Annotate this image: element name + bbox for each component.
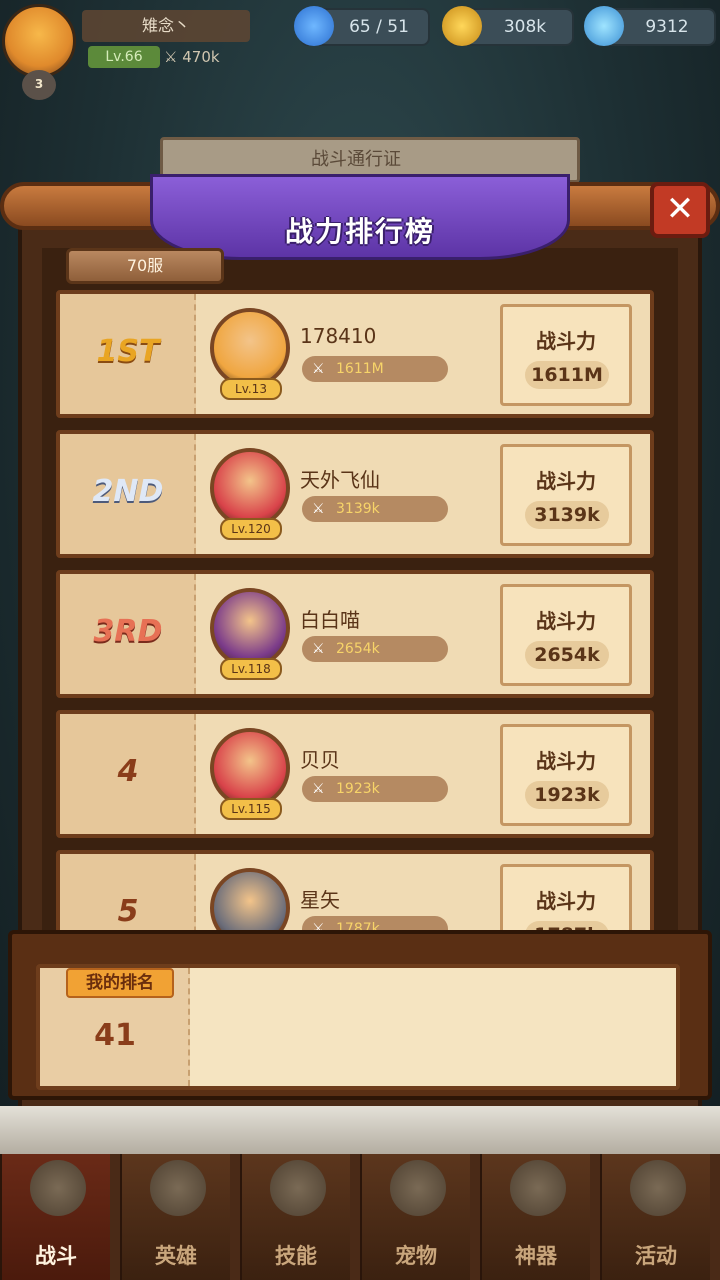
nav-label: 活动 [635,1244,677,1268]
power-card-title: 战斗力 [536,749,596,773]
gem-counter[interactable]: 9312 [584,6,716,46]
rank-zone: 5 [60,854,196,930]
rank-label: 2ND [92,474,164,509]
vip-badge: 3 [22,70,56,100]
ranking-row[interactable]: 2ND Lv.120 天外飞仙 ⚔ 3139k 战斗力 3139k [56,430,654,558]
power-card-value: 1923k [525,781,609,809]
close-button[interactable]: ✕ [650,182,710,238]
sword-icon: ⚔ [312,501,325,517]
coin-icon [442,6,482,46]
player-avatar[interactable] [210,868,290,930]
my-rank-zone: 我的排名 41 [40,968,190,1086]
nav-label: 神器 [515,1244,557,1268]
ranking-row[interactable]: 3RD Lv.118 白白喵 ⚔ 2654k 战斗力 2654k [56,570,654,698]
sword-icon: ⚔ [312,921,325,930]
ranking-row[interactable]: 1ST Lv.13 178410 ⚔ 1611M 战斗力 1611M [56,290,654,418]
rank-zone: 1ST [60,294,196,414]
ranking-row[interactable]: 4 Lv.115 贝贝 ⚔ 1923k 战斗力 1923k [56,710,654,838]
rank-zone: 3RD [60,574,196,694]
player-level: Lv.66 [88,46,160,68]
ground-strip [0,1106,720,1154]
nav-label: 技能 [275,1244,317,1268]
sword-icon: ⚔ [312,361,325,377]
nav-item[interactable]: 战斗 [0,1154,110,1280]
my-rank-number: 41 [94,1018,136,1053]
power-pill: ⚔ 3139k [302,496,448,522]
player-name: 星矢 [300,888,340,912]
power-card-title: 战斗力 [536,609,596,633]
power-card-value: 2654k [525,641,609,669]
player-avatar[interactable] [2,4,76,78]
nav-item[interactable]: 活动 [600,1154,710,1280]
player-name: 178410 [300,324,377,348]
nav-item[interactable]: 技能 [240,1154,350,1280]
player-name: 雉念丶 [82,10,250,42]
ranking-list[interactable]: 1ST Lv.13 178410 ⚔ 1611M 战斗力 1611M 2ND L… [56,290,654,930]
sword-icon: ⚔ [312,781,325,797]
my-rank-tag: 我的排名 [66,968,174,998]
stamina-counter[interactable]: 65 / 51 [294,6,430,46]
player-avatar[interactable] [210,728,290,808]
sword-icon: ⚔ [312,641,325,657]
power-pill: ⚔ 1611M [302,356,448,382]
rank-zone: 4 [60,714,196,834]
power-card: 战斗力 1923k [500,724,632,826]
gem-icon [584,6,624,46]
ranking-row[interactable]: 5 星矢 ⚔ 1787k 战斗力 1787k [56,850,654,930]
event-icon [630,1160,686,1216]
nav-item[interactable]: 宠物 [360,1154,470,1280]
player-info[interactable]: 3 雉念丶 Lv.66 ⚔ 470k [0,0,270,100]
power-card-title: 战斗力 [536,889,596,913]
level-badge: Lv.13 [220,378,282,400]
nav-item[interactable]: 神器 [480,1154,590,1280]
rank-label: 5 [117,894,139,929]
server-tag[interactable]: 70服 [66,248,224,284]
power-card-value: 1787k [525,921,609,930]
bottom-nav: 战斗 英雄 技能 宠物 神器 活动 [0,1154,720,1280]
power-card: 战斗力 2654k [500,584,632,686]
player-name: 天外飞仙 [300,468,380,492]
player-avatar[interactable] [210,308,290,388]
power-pill: ⚔ 2654k [302,636,448,662]
nav-label: 宠物 [395,1244,437,1268]
level-badge: Lv.115 [220,798,282,820]
power-card: 战斗力 1787k [500,864,632,930]
spellbook-icon [270,1160,326,1216]
player-power: ⚔ 470k [164,48,220,66]
power-pill: ⚔ 1787k [302,916,448,930]
sword-icon: ⚔ [164,48,178,66]
my-ranking-row[interactable]: 我的排名 41 Lv.66 雉念丶 ⚔ 470k 战斗力 470k [36,964,680,1090]
rank-label: 4 [117,754,139,789]
power-card-value: 3139k [525,501,609,529]
power-card: 战斗力 1611M [500,304,632,406]
nav-label: 战斗 [35,1244,77,1268]
star-icon [294,6,334,46]
wings-icon [390,1160,446,1216]
power-card: 战斗力 3139k [500,444,632,546]
player-name: 白白喵 [300,608,360,632]
power-card-title: 战斗力 [536,469,596,493]
rank-zone: 2ND [60,434,196,554]
gold-counter[interactable]: 308k [442,6,574,46]
artifact-icon [510,1160,566,1216]
level-badge: Lv.120 [220,518,282,540]
helmet-icon [150,1160,206,1216]
player-avatar[interactable] [210,588,290,668]
nav-item[interactable]: 英雄 [120,1154,230,1280]
rank-label: 1ST [96,334,160,369]
modal-title: 战力排行榜 [284,215,435,248]
level-badge: Lv.118 [220,658,282,680]
rank-label: 3RD [93,614,163,649]
nav-label: 英雄 [155,1244,197,1268]
power-pill: ⚔ 1923k [302,776,448,802]
power-card-title: 战斗力 [536,329,596,353]
crossed-swords-icon [30,1160,86,1216]
player-name: 贝贝 [300,748,340,772]
power-card-value: 1611M [525,361,609,389]
player-avatar[interactable] [210,448,290,528]
